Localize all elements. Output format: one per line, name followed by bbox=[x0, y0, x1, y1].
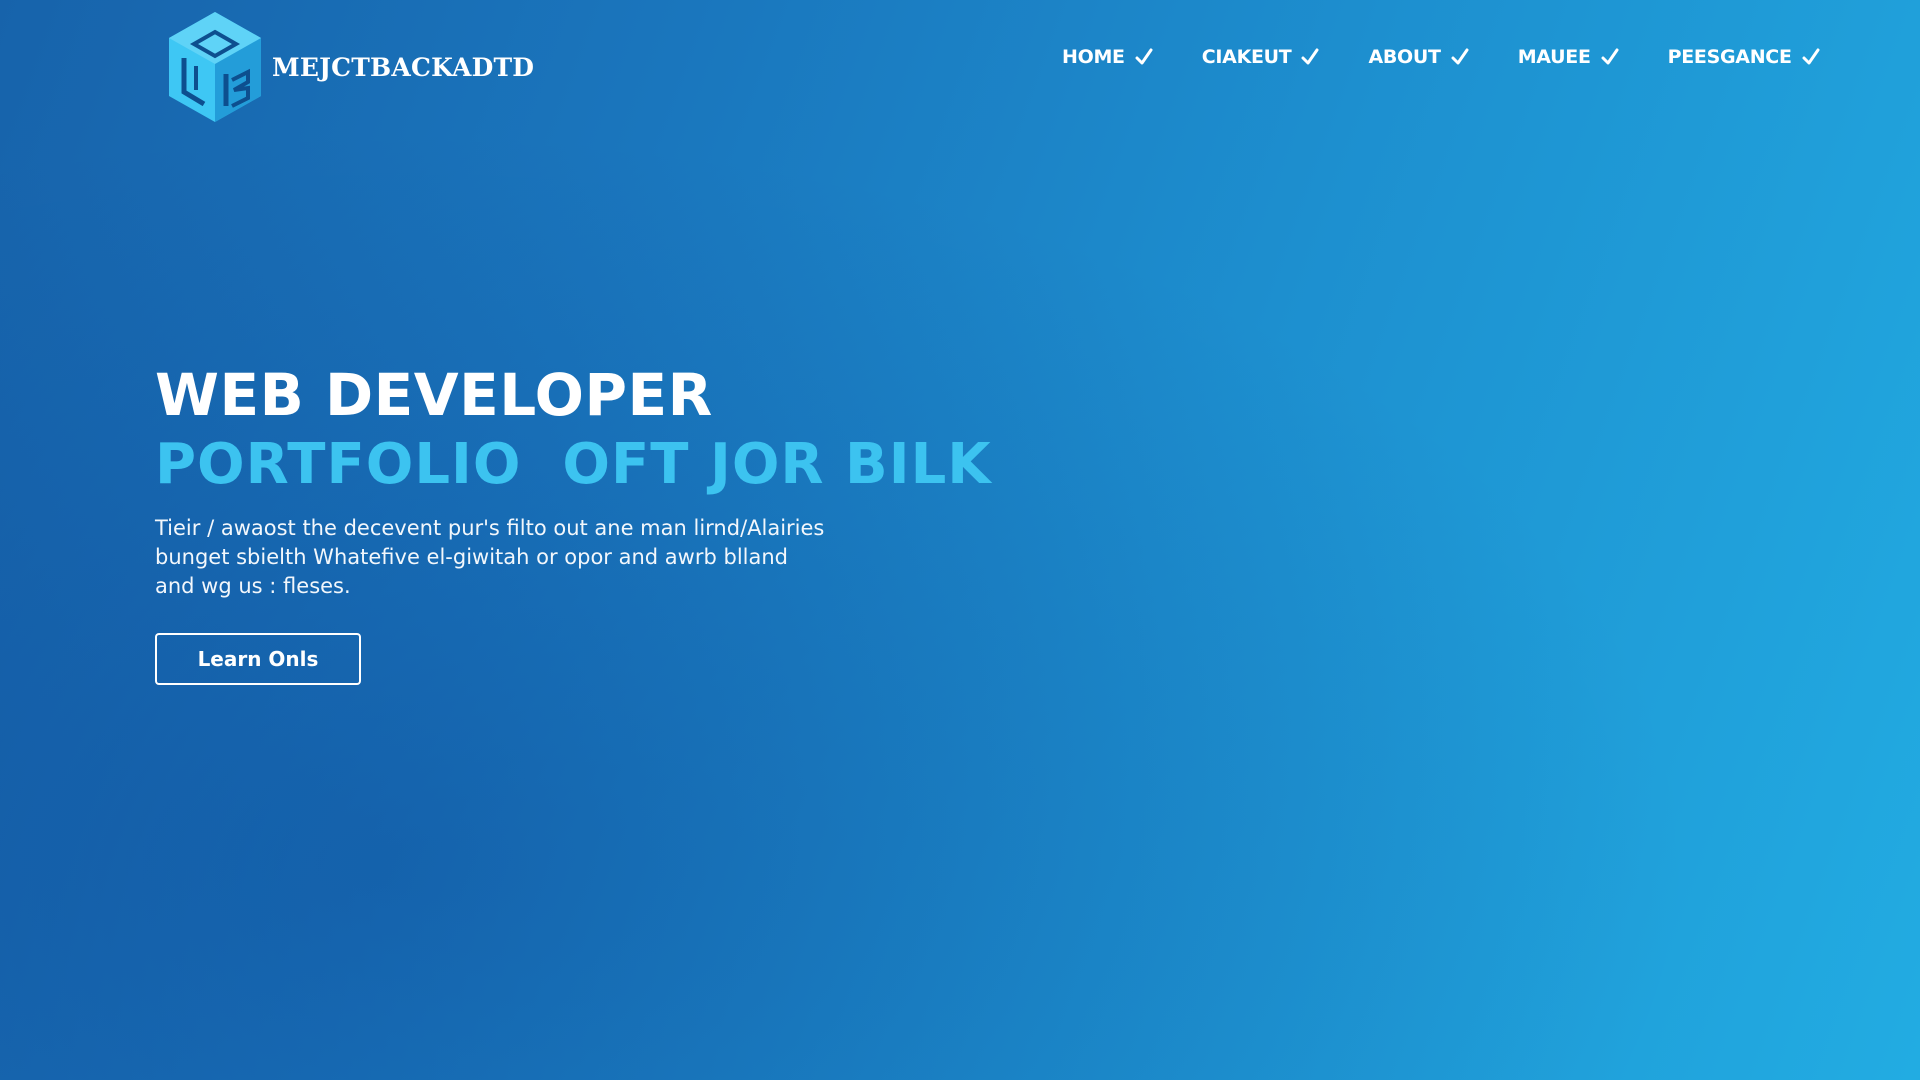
nav-item-label: MAUEE bbox=[1517, 46, 1591, 68]
nav-item-mauee[interactable]: MAUEE bbox=[1518, 46, 1620, 68]
hero-description-line: and wg us : fleses. bbox=[155, 574, 351, 598]
check-icon bbox=[1451, 48, 1469, 65]
nav-item-home[interactable]: HOME bbox=[1062, 46, 1154, 68]
hero-section: WEB DEVELOPER PORTFOLIO OFT JOR BILK Tie… bbox=[155, 360, 992, 685]
check-icon bbox=[1601, 48, 1619, 65]
brand-link[interactable]: MEJCTBACKADTD bbox=[166, 10, 534, 124]
check-icon bbox=[1135, 48, 1153, 65]
nav-item-peesgance[interactable]: PEESGANCE bbox=[1668, 46, 1821, 68]
learn-more-button[interactable]: Learn Onls bbox=[155, 633, 361, 685]
nav-item-label: HOME bbox=[1062, 46, 1125, 68]
site-header: MEJCTBACKADTD HOME CIAKEUT ABOUT MAUEE P… bbox=[0, 0, 1920, 135]
nav-item-label: ABOUT bbox=[1368, 46, 1441, 68]
nav-item-about[interactable]: ABOUT bbox=[1368, 46, 1469, 68]
hero-title: WEB DEVELOPER bbox=[155, 361, 713, 429]
hero-description-line: bunget sbielth Whatefive el-giwitah or o… bbox=[155, 545, 788, 569]
hexagon-cube-logo-icon bbox=[169, 12, 261, 122]
hero-description-line: Tieir / awaost the decevent pur's filto … bbox=[155, 516, 825, 540]
landing-page: MEJCTBACKADTD HOME CIAKEUT ABOUT MAUEE P… bbox=[0, 0, 1920, 1080]
check-icon bbox=[1301, 48, 1319, 65]
nav-item-ciakeut[interactable]: CIAKEUT bbox=[1202, 46, 1321, 68]
nav-item-label: PEESGANCE bbox=[1667, 46, 1792, 68]
hero-description: Tieir / awaost the decevent pur's filto … bbox=[155, 514, 875, 601]
check-icon bbox=[1802, 48, 1820, 65]
main-nav: HOME CIAKEUT ABOUT MAUEE PEESGANCE bbox=[1062, 46, 1821, 68]
brand-name: MEJCTBACKADTD bbox=[272, 52, 535, 82]
hero-subtitle: PORTFOLIO OFT JOR BILK bbox=[155, 432, 992, 497]
nav-item-label: CIAKEUT bbox=[1201, 46, 1292, 68]
